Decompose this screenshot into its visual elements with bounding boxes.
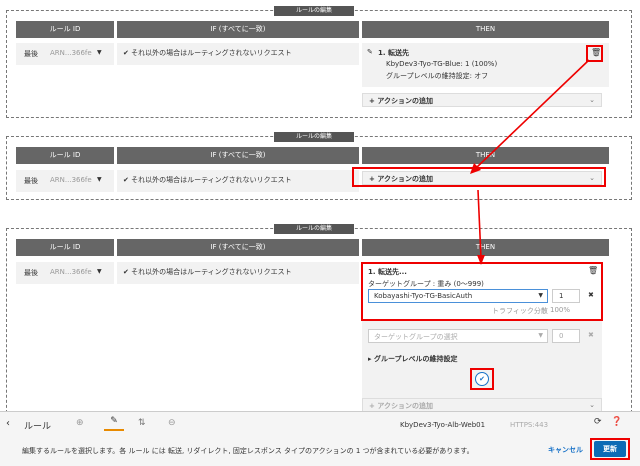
listener-port[interactable]: HTTPS:443	[510, 421, 548, 429]
trash-icon[interactable]: 🗑	[588, 266, 598, 275]
header-then: THEN	[362, 21, 609, 38]
alb-name: KbyDev3-Tyo-Alb-Web01	[400, 421, 486, 429]
remove-rule-icon[interactable]: ⊖	[168, 418, 176, 428]
arn-text: ARN...366fe	[50, 49, 92, 57]
highlight-add-action	[352, 167, 606, 187]
caret-down-icon[interactable]: ▼	[97, 49, 102, 56]
add-rule-icon[interactable]: ⊕	[76, 418, 84, 428]
arn-text: ARN...366fe	[50, 268, 92, 276]
chevron-down-icon: ⌄	[589, 401, 595, 409]
header-then: THEN	[362, 147, 609, 164]
add-action-button-disabled[interactable]: + アクションの追加 ⌄	[362, 398, 602, 412]
rule-id-cell: 最後 ARN...366fe ▼	[16, 262, 114, 284]
plus-icon: +	[369, 97, 375, 105]
target-group-select[interactable]: Kobayashi-Tyo-TG-BasicAuth ▼	[368, 289, 548, 303]
condition-cell: ✔ それ以外の場合はルーティングされないリクエスト	[117, 43, 359, 65]
remove-icon[interactable]: ✖	[588, 331, 594, 339]
panel-title: ルールの編集	[274, 224, 354, 234]
remove-icon[interactable]: ✖	[588, 291, 594, 299]
reorder-icon[interactable]: ⇅	[138, 418, 146, 428]
caret-down-icon[interactable]: ▼	[97, 176, 102, 183]
footer-message: 編集するルールを選択します。各 ルール には 転送, リダイレクト, 固定レスポ…	[22, 447, 474, 455]
footer-toolbar: ‹ ルール ⊕ ✎ ⇅ ⊖ KbyDev3-Tyo-Alb-Web01 HTTP…	[0, 411, 640, 466]
header-rule-id: ルール ID	[16, 147, 114, 164]
caret-down-icon: ▼	[538, 292, 543, 299]
chevron-down-icon: ⌄	[589, 96, 595, 104]
target-group-select-empty[interactable]: ターゲットグループの選択 ▼	[368, 329, 548, 343]
action-title: 1. 転送先	[378, 49, 409, 57]
rule-label: 最後	[24, 50, 38, 58]
help-icon[interactable]: ❓	[611, 417, 622, 427]
condition-text: ✔ それ以外の場合はルーティングされないリクエスト	[123, 268, 292, 276]
rule-edit-panel-2: ルールの編集 ルール ID IF (すべてに一致) THEN 最後 ARN...…	[6, 132, 632, 200]
panel-title: ルールの編集	[274, 6, 354, 16]
then-action-box: 1. 転送先... 🗑 ターゲットグループ : 重み (0〜999) Kobay…	[361, 262, 603, 412]
refresh-icon[interactable]: ⟳	[594, 417, 602, 427]
traffic-label: トラフィック分散	[492, 307, 548, 315]
cancel-button[interactable]: キャンセル	[548, 445, 583, 455]
arn-text: ARN...366fe	[50, 176, 92, 184]
target-group-label: ターゲットグループ : 重み (0〜999)	[368, 280, 484, 288]
condition-text: ✔ それ以外の場合はルーティングされないリクエスト	[123, 176, 292, 184]
back-chevron-icon[interactable]: ‹	[6, 418, 10, 429]
weight-input[interactable]: 1	[552, 289, 580, 303]
condition-cell: ✔ それ以外の場合はルーティングされないリクエスト	[117, 262, 359, 284]
header-if: IF (すべてに一致)	[117, 147, 359, 164]
action-title: 1. 転送先...	[368, 268, 407, 276]
weight-input-empty[interactable]: 0	[552, 329, 580, 343]
back-label[interactable]: ルール	[24, 419, 51, 432]
header-if: IF (すべてに一致)	[117, 239, 359, 256]
stickiness-text: グループレベルの維持設定: オフ	[386, 72, 489, 80]
rule-id-cell: 最後 ARN...366fe ▼	[16, 170, 114, 192]
caret-down-icon[interactable]: ▼	[97, 268, 102, 275]
header-then: THEN	[362, 239, 609, 256]
rule-edit-panel-1: ルールの編集 ルール ID IF (すべてに一致) THEN 最後 ARN...…	[6, 6, 632, 118]
condition-cell: ✔ それ以外の場合はルーティングされないリクエスト	[117, 170, 359, 192]
rule-label: 最後	[24, 177, 38, 185]
then-action-box: ✎ 1. 転送先 KbyDev3-Tyo-TG-Blue: 1 (100%) グ…	[362, 43, 609, 87]
pencil-icon[interactable]: ✎	[367, 48, 373, 56]
rule-id-cell: 最後 ARN...366fe ▼	[16, 43, 114, 65]
add-action-button[interactable]: + アクションの追加 ⌄	[362, 93, 602, 107]
update-button[interactable]: 更新	[594, 441, 626, 457]
rule-label: 最後	[24, 269, 38, 277]
traffic-percent: 100%	[550, 306, 571, 314]
target-text: KbyDev3-Tyo-TG-Blue: 1 (100%)	[386, 60, 498, 68]
header-rule-id: ルール ID	[16, 21, 114, 38]
header-if: IF (すべてに一致)	[117, 21, 359, 38]
caret-down-icon: ▼	[538, 332, 543, 339]
panel-title: ルールの編集	[274, 132, 354, 142]
header-rule-id: ルール ID	[16, 239, 114, 256]
trash-icon[interactable]: 🗑	[591, 48, 601, 57]
confirm-check-button[interactable]: ✔	[475, 372, 489, 386]
group-stickiness-toggle[interactable]: ▸ グループレベルの維持設定	[368, 354, 458, 364]
edit-pencil-icon[interactable]: ✎	[104, 416, 124, 431]
condition-text: ✔ それ以外の場合はルーティングされないリクエスト	[123, 49, 292, 57]
rule-edit-panel-3: ルールの編集 ルール ID IF (すべてに一致) THEN 最後 ARN...…	[6, 224, 632, 418]
